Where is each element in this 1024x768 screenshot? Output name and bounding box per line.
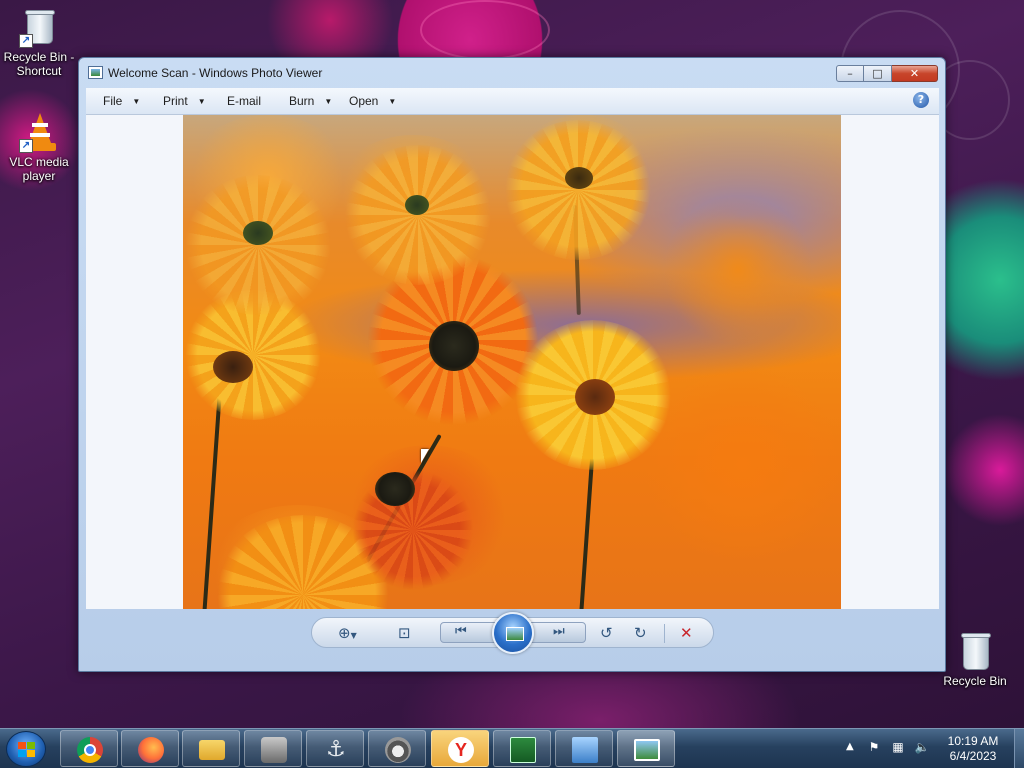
chevron-down-icon: ▼ [324, 97, 333, 106]
displayed-photo [183, 115, 841, 609]
taskbar-app-world-of-warships[interactable]: ⚓ [306, 730, 364, 767]
chrome-icon [77, 737, 103, 763]
world-of-tanks-icon [261, 737, 287, 763]
show-desktop-button[interactable] [1014, 729, 1024, 768]
taskbar-app-raccoon[interactable] [368, 730, 426, 767]
command-bar: File ▼ Print ▼ E-mail Burn ▼ Open ▼ ? [86, 88, 939, 115]
chevron-down-icon: ▼ [132, 97, 141, 106]
window-title: Welcome Scan - Windows Photo Viewer [108, 66, 323, 80]
flower-center [565, 167, 593, 189]
taskbar: ⚓ Y ▲ ⚑ ▦ 🔈 10:19 AM 6/4/2023 [0, 728, 1024, 768]
firefox-icon [138, 737, 164, 763]
flower-center [405, 195, 429, 215]
taskbar-app-network-monitor[interactable] [493, 730, 551, 767]
window-controls: – □ ✕ [836, 65, 938, 82]
delete-icon[interactable]: ✕ [680, 624, 693, 642]
maximize-button[interactable]: □ [864, 65, 892, 82]
chevron-down-icon: ▼ [197, 97, 206, 106]
vlc-cone-icon: ↗ [19, 113, 59, 153]
world-of-warships-icon: ⚓ [326, 737, 346, 762]
desktop-icon-label: player [22, 169, 56, 183]
network-icon[interactable]: ▦ [890, 740, 906, 756]
rotate-clockwise-icon[interactable]: ↻ [634, 624, 647, 642]
desktop-icon-vlc[interactable]: ↗ VLC media player [1, 113, 77, 183]
viewer-control-bar: ⊕▼ ⊡ ⏮ ⏭ ↺ ↻ ✕ [79, 607, 945, 671]
menu-email[interactable]: E-mail [227, 94, 261, 108]
window-titlebar[interactable]: Welcome Scan - Windows Photo Viewer – □ … [79, 58, 945, 88]
raccoon-app-icon [385, 737, 411, 763]
desktop-icon-label: Shortcut [16, 64, 62, 78]
desktop-icon-label: VLC media [9, 155, 69, 169]
taskbar-app-world-of-tanks[interactable] [244, 730, 302, 767]
flower [343, 145, 493, 285]
taskbar-app-chrome[interactable] [60, 730, 118, 767]
menu-print[interactable]: Print ▼ [163, 94, 206, 108]
windows-logo-icon [18, 742, 36, 758]
flower-center [375, 472, 415, 506]
image-viewport[interactable] [86, 115, 939, 609]
flower [503, 120, 653, 260]
flower-center [213, 351, 253, 383]
mouse-cursor-icon [421, 449, 429, 463]
taskbar-app-photo-viewer[interactable] [617, 730, 675, 767]
desktop-icon-label: Recycle Bin [943, 674, 1007, 688]
flower-center [243, 221, 273, 245]
desktop-icon-recycle-bin[interactable]: Recycle Bin [937, 632, 1013, 688]
minimize-button[interactable]: – [836, 65, 864, 82]
toolbar-separator [664, 624, 665, 643]
taskbar-app-file-explorer[interactable] [182, 730, 240, 767]
next-icon[interactable]: ⏭ [553, 624, 565, 639]
volume-muted-icon[interactable]: 🔈 [914, 740, 930, 756]
menu-file[interactable]: File ▼ [103, 94, 140, 108]
chevron-down-icon: ▼ [388, 97, 397, 106]
recycle-bin-icon: ↗ [19, 8, 59, 48]
flower-center [429, 321, 479, 371]
desktop-swirl [420, 0, 550, 60]
system-clock[interactable]: 10:19 AM 6/4/2023 [940, 734, 1006, 764]
control-pill: ⊕▼ ⊡ ⏮ ⏭ ↺ ↻ ✕ [311, 612, 714, 654]
photo-viewer-app-icon [88, 66, 103, 79]
desktop-icon-label: Recycle Bin - [3, 50, 75, 64]
flower [183, 175, 333, 315]
slideshow-icon[interactable] [492, 612, 534, 654]
shortcut-arrow-icon: ↗ [19, 139, 33, 153]
control-panel-icon [572, 737, 598, 763]
tray-expand-icon[interactable]: ▲ [846, 741, 854, 752]
previous-icon[interactable]: ⏮ [455, 624, 467, 639]
flag-action-center-icon[interactable]: ⚑ [866, 740, 882, 756]
rotate-counterclockwise-icon[interactable]: ↺ [600, 624, 613, 642]
clock-date: 6/4/2023 [949, 749, 997, 763]
yandex-browser-icon: Y [448, 737, 474, 763]
desktop-icon-recycle-bin-shortcut[interactable]: ↗ Recycle Bin - Shortcut [1, 8, 77, 78]
photo-viewer-icon [634, 739, 660, 761]
taskbar-app-control-panel[interactable] [555, 730, 613, 767]
close-button[interactable]: ✕ [892, 65, 938, 82]
menu-open[interactable]: Open ▼ [349, 94, 396, 108]
help-icon[interactable]: ? [913, 92, 929, 108]
taskbar-app-firefox[interactable] [121, 730, 179, 767]
file-explorer-icon [199, 740, 225, 760]
network-monitor-icon [510, 737, 536, 763]
flower-center [575, 379, 615, 415]
fit-to-window-icon[interactable]: ⊡ [398, 624, 411, 642]
photo-viewer-window: Welcome Scan - Windows Photo Viewer – □ … [78, 57, 946, 672]
menu-burn[interactable]: Burn ▼ [289, 94, 332, 108]
start-button[interactable] [6, 731, 46, 767]
clock-time: 10:19 AM [947, 734, 999, 748]
taskbar-app-yandex-browser[interactable]: Y [431, 730, 489, 767]
recycle-bin-icon [955, 632, 995, 672]
shortcut-arrow-icon: ↗ [19, 34, 33, 48]
zoom-icon[interactable]: ⊕▼ [338, 624, 357, 642]
